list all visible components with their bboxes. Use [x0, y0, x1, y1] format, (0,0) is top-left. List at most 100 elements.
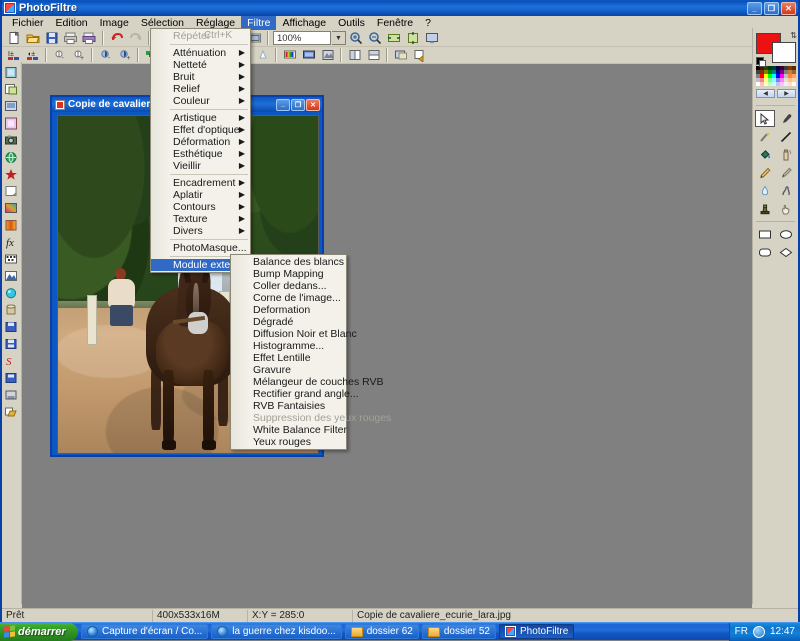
- camera-icon[interactable]: [2, 132, 20, 148]
- stripes-icon[interactable]: [2, 217, 20, 233]
- menu-affichage[interactable]: Affichage: [276, 16, 332, 30]
- zoom-in-icon[interactable]: [346, 30, 365, 46]
- palette-next-button[interactable]: ▶: [777, 89, 796, 98]
- save-as-icon[interactable]: [2, 319, 20, 335]
- smudge-tool[interactable]: [776, 182, 796, 199]
- document-maximize-button[interactable]: ❐: [291, 98, 305, 111]
- gamma-plus-icon[interactable]: +: [115, 47, 134, 63]
- save-all-icon[interactable]: [2, 336, 20, 352]
- filter-menu[interactable]: Répéter Ctrl+K Atténuation ▶ Netteté ▶ Bruit ▶ R…: [150, 28, 251, 273]
- export-icon[interactable]: [410, 47, 429, 63]
- color-bars-icon[interactable]: [280, 47, 299, 63]
- stamp-tool[interactable]: [755, 200, 775, 217]
- picture-frame-icon[interactable]: [2, 98, 20, 114]
- sphere-icon[interactable]: [2, 285, 20, 301]
- filter-menu-item[interactable]: Esthétique ▶: [151, 148, 250, 160]
- filter-menu-item[interactable]: Texture ▶: [151, 213, 250, 225]
- paint-bucket-tool[interactable]: [755, 146, 775, 163]
- ellipse-shape-tool[interactable]: [776, 226, 796, 243]
- eyedropper-tool[interactable]: [776, 110, 796, 127]
- menu-edition[interactable]: Edition: [50, 16, 94, 30]
- save-copy-icon[interactable]: [2, 370, 20, 386]
- fx-icon[interactable]: fx: [2, 234, 20, 250]
- filter-menu-item[interactable]: Déformation ▶: [151, 136, 250, 148]
- image-size-icon[interactable]: [2, 64, 20, 80]
- magic-wand-tool[interactable]: [755, 128, 775, 145]
- filter-menu-item[interactable]: Contours ▶: [151, 201, 250, 213]
- taskbar-item[interactable]: PhotoFiltre: [498, 624, 575, 639]
- undo-icon[interactable]: [107, 30, 126, 46]
- line-tool[interactable]: [776, 128, 796, 145]
- filter-menu-item[interactable]: Vieillir ▶: [151, 160, 250, 172]
- plugin-menu-item[interactable]: Coller dedans...: [231, 280, 346, 292]
- restore-button[interactable]: ❐: [764, 1, 779, 15]
- red-script-icon[interactable]: S: [2, 353, 20, 369]
- screen-icon[interactable]: [299, 47, 318, 63]
- filter-menu-item[interactable]: Bruit ▶: [151, 71, 250, 83]
- taskbar-item[interactable]: dossier 52: [421, 624, 496, 639]
- swap-colors-icon[interactable]: ⇅: [790, 31, 797, 40]
- mask-icon[interactable]: [2, 251, 20, 267]
- cylinder-icon[interactable]: [2, 302, 20, 318]
- document-minimize-button[interactable]: _: [276, 98, 290, 111]
- default-colors-icon[interactable]: [756, 57, 766, 67]
- spray-tool[interactable]: [776, 146, 796, 163]
- color-swatch-grid[interactable]: [756, 66, 796, 86]
- close-button[interactable]: ✕: [781, 1, 796, 15]
- full-screen-icon[interactable]: [422, 30, 441, 46]
- page-curl-icon[interactable]: [2, 183, 20, 199]
- filter-menu-item[interactable]: Aplatir ▶: [151, 189, 250, 201]
- grayscale-icon[interactable]: [318, 47, 337, 63]
- brightness-plus-icon[interactable]: ◖±: [23, 47, 42, 63]
- tray-language[interactable]: FR: [735, 626, 748, 637]
- plugin-menu-item[interactable]: Balance des blancs: [231, 256, 346, 268]
- save-icon[interactable]: [42, 30, 61, 46]
- tray-clock[interactable]: 12:47: [770, 626, 795, 637]
- plugin-menu-item[interactable]: Rectifier grand angle...: [231, 388, 359, 400]
- print-preview-icon[interactable]: [80, 30, 99, 46]
- mountain-icon[interactable]: [2, 268, 20, 284]
- filter-menu-item[interactable]: Couleur ▶: [151, 95, 250, 107]
- chevron-down-icon[interactable]: ▼: [332, 31, 346, 45]
- transparency-icon[interactable]: [2, 115, 20, 131]
- taskbar-item[interactable]: la guerre chez kisdoo...: [211, 624, 342, 639]
- print-icon[interactable]: [61, 30, 80, 46]
- menu-fenetre[interactable]: Fenêtre: [371, 16, 419, 30]
- zoom-out-icon[interactable]: [365, 30, 384, 46]
- filter-menu-item[interactable]: Artistique ▶: [151, 112, 250, 124]
- filter-menu-item[interactable]: Netteté ▶: [151, 59, 250, 71]
- plugin-menu-item[interactable]: Dégradé: [231, 316, 346, 328]
- selection-arrow-tool[interactable]: [755, 110, 775, 127]
- water-drop-tool[interactable]: [755, 182, 775, 199]
- gradient-icon[interactable]: [2, 200, 20, 216]
- plugin-menu-item[interactable]: Diffusion Noir et Blanc: [231, 328, 357, 340]
- brightness-minus-icon[interactable]: I±: [4, 47, 23, 63]
- clock-icon[interactable]: [752, 625, 765, 638]
- effects-icon[interactable]: [391, 47, 410, 63]
- filter-menu-item[interactable]: Divers ▶: [151, 225, 250, 237]
- gamma-minus-icon[interactable]: -: [96, 47, 115, 63]
- menu-outils[interactable]: Outils: [332, 16, 371, 30]
- taskbar-item[interactable]: dossier 62: [344, 624, 419, 639]
- minimize-button[interactable]: _: [747, 1, 762, 15]
- open-folder-icon[interactable]: [23, 30, 42, 46]
- fit-width-icon[interactable]: [384, 30, 403, 46]
- flip-vertical-icon[interactable]: [364, 47, 383, 63]
- plugin-menu-item[interactable]: Yeux rouges: [231, 436, 346, 448]
- filter-menu-item[interactable]: Atténuation ▶: [151, 47, 250, 59]
- canvas-size-icon[interactable]: [2, 81, 20, 97]
- start-button[interactable]: démarrer: [0, 622, 78, 641]
- plugin-submenu[interactable]: Balance des blancs Bump Mapping Coller ded…: [230, 254, 391, 450]
- menu-help[interactable]: ?: [419, 16, 437, 30]
- diamond-shape-tool[interactable]: [776, 244, 796, 261]
- plugin-menu-item[interactable]: White Balance Filter: [231, 424, 347, 436]
- redo-icon[interactable]: [126, 30, 145, 46]
- plugin-menu-item[interactable]: RVB Fantaisies: [231, 400, 346, 412]
- filter-menu-item[interactable]: Encadrement ▶: [151, 177, 250, 189]
- fit-height-icon[interactable]: [403, 30, 422, 46]
- palette-prev-button[interactable]: ◀: [756, 89, 775, 98]
- sharpen2-icon[interactable]: [253, 47, 272, 63]
- plugin-menu-item[interactable]: Gravure: [231, 364, 346, 376]
- new-document-icon[interactable]: [4, 30, 23, 46]
- menu-fichier[interactable]: Fichier: [6, 16, 50, 30]
